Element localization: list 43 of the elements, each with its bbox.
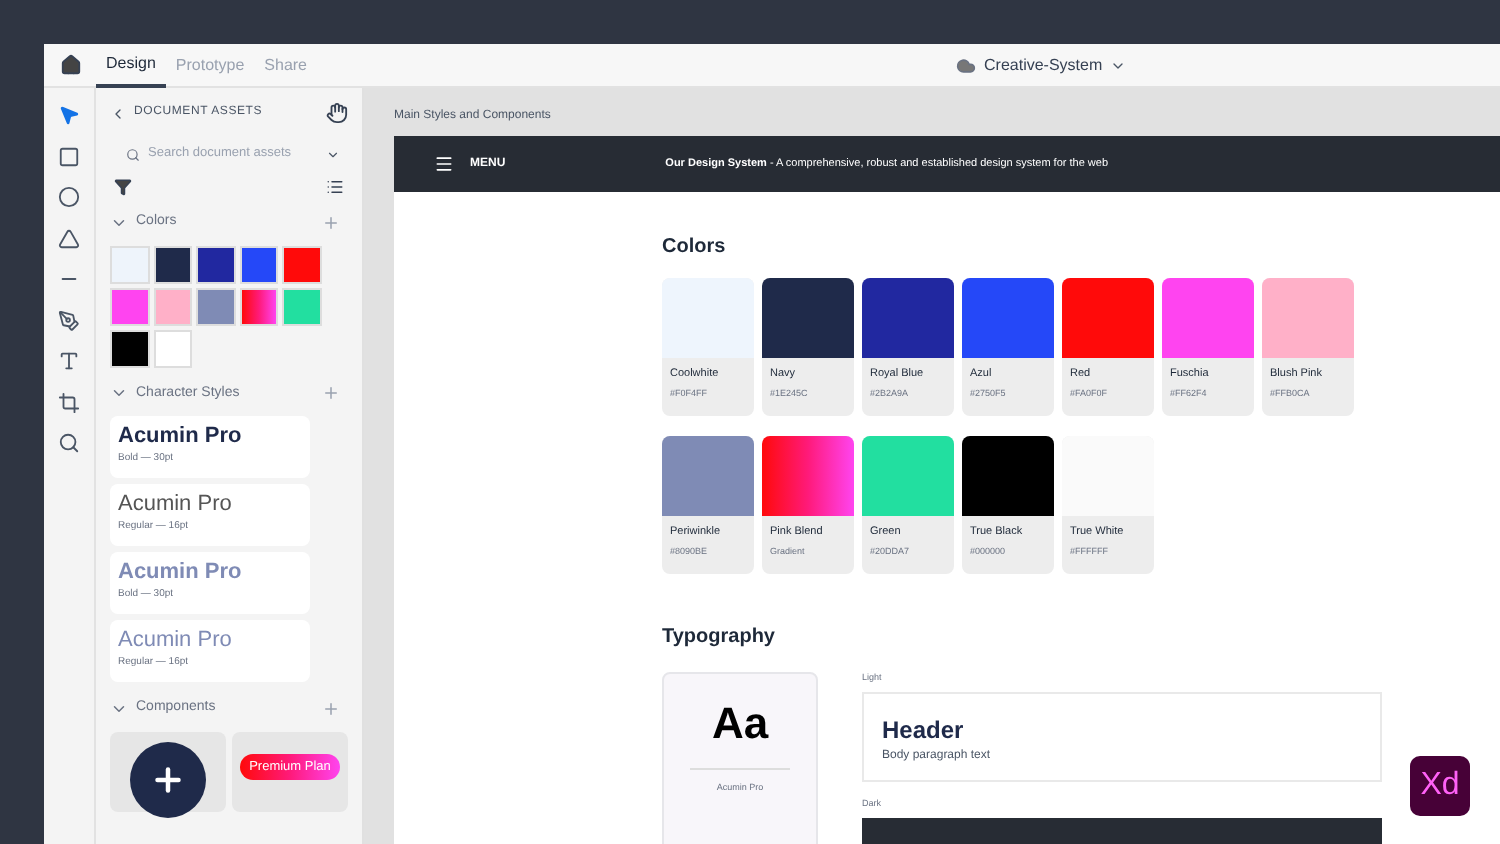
color-swatch[interactable] bbox=[239, 287, 279, 325]
plus-button-icon bbox=[130, 741, 206, 817]
color-swatch[interactable] bbox=[153, 329, 193, 367]
hand-cursor-icon bbox=[326, 102, 348, 124]
color-swatch[interactable] bbox=[196, 245, 236, 283]
filter-icon[interactable] bbox=[114, 178, 132, 196]
menu-icon[interactable] bbox=[434, 154, 454, 174]
rectangle-icon[interactable] bbox=[58, 145, 80, 167]
color-sample bbox=[762, 436, 854, 516]
color-swatch[interactable] bbox=[239, 245, 279, 283]
crop-icon[interactable] bbox=[58, 391, 80, 413]
search-icon bbox=[126, 147, 140, 161]
text-icon[interactable] bbox=[58, 350, 80, 372]
section-heading: Typography bbox=[662, 624, 777, 652]
list-view-icon[interactable] bbox=[326, 178, 344, 196]
home-icon[interactable] bbox=[59, 54, 81, 76]
triangle-icon[interactable] bbox=[58, 227, 80, 249]
pointer-icon[interactable] bbox=[58, 104, 80, 126]
back-icon[interactable] bbox=[110, 105, 126, 121]
color-swatch[interactable] bbox=[153, 245, 193, 283]
color-swatch[interactable] bbox=[282, 245, 322, 283]
font-sample: Aa bbox=[711, 696, 769, 752]
document-title[interactable]: Creative-System bbox=[984, 54, 1103, 78]
color-swatch[interactable] bbox=[110, 245, 150, 283]
section-heading: Colors bbox=[662, 234, 728, 262]
cloud-icon bbox=[956, 56, 976, 76]
search-icon[interactable] bbox=[58, 432, 80, 454]
style-name: Acumin Pro bbox=[118, 558, 244, 588]
style-name: Acumin Pro bbox=[118, 490, 234, 520]
style-name: Acumin Pro bbox=[118, 422, 244, 452]
chevron-icon[interactable] bbox=[326, 147, 340, 161]
color-swatch[interactable] bbox=[153, 287, 193, 325]
ellipse-icon[interactable] bbox=[58, 186, 80, 208]
pen-icon[interactable] bbox=[58, 309, 80, 331]
color-swatch[interactable] bbox=[282, 287, 322, 325]
app-badge: Xd bbox=[1410, 756, 1470, 816]
color-swatch[interactable] bbox=[110, 287, 150, 325]
header-sample: Header bbox=[882, 713, 966, 748]
color-swatch[interactable] bbox=[196, 287, 236, 325]
style-name: Acumin Pro bbox=[118, 626, 234, 656]
component-tile[interactable] bbox=[110, 731, 226, 811]
color-swatch[interactable] bbox=[110, 329, 150, 367]
chevron-icon[interactable] bbox=[1110, 58, 1127, 74]
